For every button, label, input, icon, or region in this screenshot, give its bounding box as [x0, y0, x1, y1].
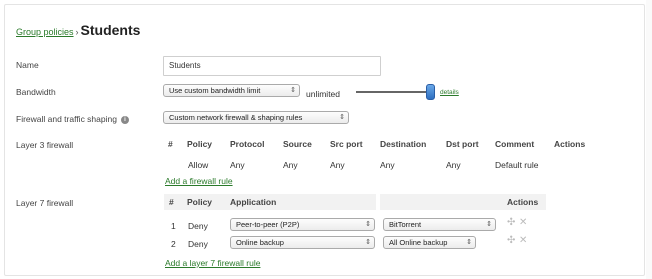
chevron-updown-icon: ⇕: [290, 87, 296, 94]
l3-header-destination: Destination: [380, 139, 427, 149]
info-icon[interactable]: i: [120, 116, 129, 124]
name-input[interactable]: Students: [163, 56, 381, 76]
firewall-shaping-label-text: Firewall and traffic shaping: [16, 114, 117, 124]
move-icon[interactable]: ✣: [507, 218, 515, 228]
l7-header-application: Application: [230, 197, 277, 207]
l3-header-comment: Comment: [495, 139, 535, 149]
l3-header-policy: Policy: [187, 139, 213, 149]
l3-header-src-port: Src port: [330, 139, 363, 149]
page-title: Students: [80, 22, 141, 38]
l7-row2-application-select[interactable]: Online backup ⇕: [230, 236, 375, 249]
l3-header-dst-port: Dst port: [446, 139, 479, 149]
l3-header-num: #: [168, 139, 173, 149]
l3-row-comment: Default rule: [495, 160, 539, 170]
delete-icon[interactable]: ✕: [519, 236, 527, 246]
l3-row-protocol: Any: [230, 160, 245, 170]
move-icon[interactable]: ✣: [507, 236, 515, 246]
chevron-updown-icon: ⇕: [365, 239, 371, 246]
l7-row1-target-select[interactable]: BitTorrent ⇕: [383, 218, 496, 231]
chevron-updown-icon: ⇕: [466, 239, 472, 246]
l7-header-policy: Policy: [187, 197, 213, 207]
chevron-updown-icon: ⇕: [486, 221, 492, 228]
bandwidth-label: Bandwidth: [16, 87, 56, 97]
l7-row1-application-select[interactable]: Peer-to-peer (P2P) ⇕: [230, 218, 375, 231]
l7-row2-policy: Deny: [188, 239, 208, 249]
bandwidth-slider-handle[interactable]: [426, 84, 435, 100]
bandwidth-slider-track[interactable]: [356, 91, 432, 93]
add-firewall-rule-link[interactable]: Add a firewall rule: [165, 176, 233, 186]
chevron-updown-icon: ⇕: [365, 221, 371, 228]
l7-row2-num: 2: [171, 239, 176, 249]
l7-row1-policy: Deny: [188, 221, 208, 231]
l3-row-policy: Allow: [188, 160, 209, 170]
l7-header-actions: Actions: [507, 197, 539, 207]
chevron-updown-icon: ⇕: [339, 114, 345, 121]
bandwidth-slider-fill: [356, 91, 432, 93]
l3-row-dst-port: Any: [446, 160, 461, 170]
l3-row-source: Any: [283, 160, 298, 170]
l3-row-destination: Any: [380, 160, 395, 170]
bandwidth-select-value: Use custom bandwidth limit: [169, 86, 261, 95]
l7-row2-application-value: Online backup: [236, 238, 284, 247]
breadcrumb: Group policies › Students: [16, 22, 140, 38]
delete-icon[interactable]: ✕: [519, 218, 527, 228]
l3-header-source: Source: [283, 139, 312, 149]
l7-row1-application-value: Peer-to-peer (P2P): [236, 220, 300, 229]
bandwidth-details-link[interactable]: details: [440, 89, 459, 96]
l7-row2-target-value: All Online backup: [389, 238, 448, 247]
firewall-shaping-label: Firewall and traffic shaping i: [16, 114, 129, 124]
bandwidth-select[interactable]: Use custom bandwidth limit ⇕: [163, 84, 300, 97]
name-label: Name: [16, 60, 39, 70]
l7-row1-target-value: BitTorrent: [389, 220, 422, 229]
l3-row-src-port: Any: [330, 160, 345, 170]
l7-header-num: #: [169, 197, 174, 207]
l3-header-actions: Actions: [554, 139, 586, 149]
breadcrumb-link-group-policies[interactable]: Group policies: [16, 27, 74, 37]
l7-row1-num: 1: [171, 221, 176, 231]
layer3-firewall-label: Layer 3 firewall: [16, 140, 74, 150]
l7-row2-target-select[interactable]: All Online backup ⇕: [383, 236, 476, 249]
page-gutter: [646, 0, 652, 279]
l3-header-protocol: Protocol: [230, 139, 265, 149]
firewall-shaping-select-value: Custom network firewall & shaping rules: [169, 113, 303, 122]
bandwidth-value: unlimited: [306, 89, 341, 99]
layer7-firewall-label: Layer 7 firewall: [16, 198, 74, 208]
breadcrumb-separator: ›: [75, 27, 79, 37]
firewall-shaping-select[interactable]: Custom network firewall & shaping rules ⇕: [163, 111, 349, 124]
add-layer7-rule-link[interactable]: Add a layer 7 firewall rule: [165, 258, 260, 268]
